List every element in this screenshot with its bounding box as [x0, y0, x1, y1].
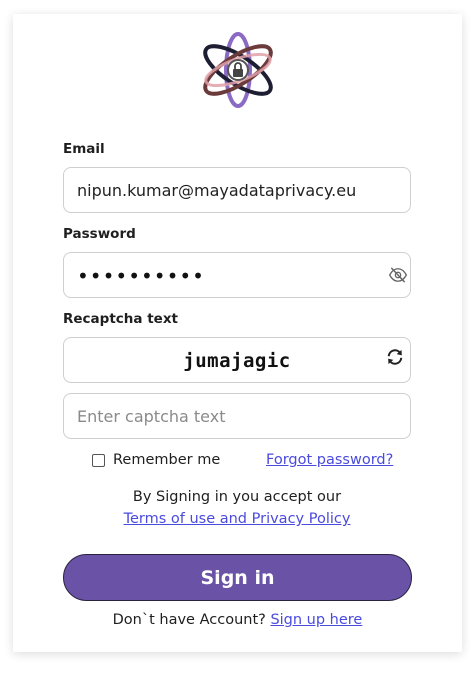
- sign-in-button[interactable]: Sign in: [63, 554, 412, 601]
- terms-link-row: Terms of use and Privacy Policy: [63, 511, 411, 527]
- captcha-placeholder: Enter captcha text: [77, 407, 226, 426]
- sign-up-link[interactable]: Sign up here: [270, 612, 362, 628]
- signup-prefix: Don`t have Account?: [112, 612, 266, 628]
- terms-link[interactable]: Terms of use and Privacy Policy: [124, 511, 351, 527]
- terms-prefix: By Signing in you accept our: [132, 489, 342, 505]
- remember-me[interactable]: Remember me: [92, 451, 220, 469]
- forgot-password-link[interactable]: Forgot password?: [266, 452, 393, 468]
- email-value: nipun.kumar@mayadataprivacy.eu: [77, 181, 357, 200]
- remember-label: Remember me: [113, 452, 221, 468]
- signup-row: Don`t have Account? Sign up here: [63, 612, 412, 628]
- refresh-icon[interactable]: [385, 347, 405, 367]
- atom-lock-logo: [203, 32, 273, 108]
- captcha-text: jumajagic: [183, 350, 291, 372]
- captcha-label: Recaptcha text: [63, 311, 178, 327]
- password-field[interactable]: ••••••••••: [63, 252, 411, 298]
- eye-slash-icon[interactable]: [388, 265, 408, 285]
- captcha-display: jumajagic: [63, 337, 411, 383]
- password-value: ••••••••••: [77, 264, 205, 288]
- captcha-input[interactable]: Enter captcha text: [63, 393, 411, 439]
- remember-checkbox[interactable]: [92, 453, 105, 467]
- email-label: Email: [63, 141, 105, 157]
- password-label: Password: [63, 226, 136, 242]
- email-field[interactable]: nipun.kumar@mayadataprivacy.eu: [63, 167, 411, 213]
